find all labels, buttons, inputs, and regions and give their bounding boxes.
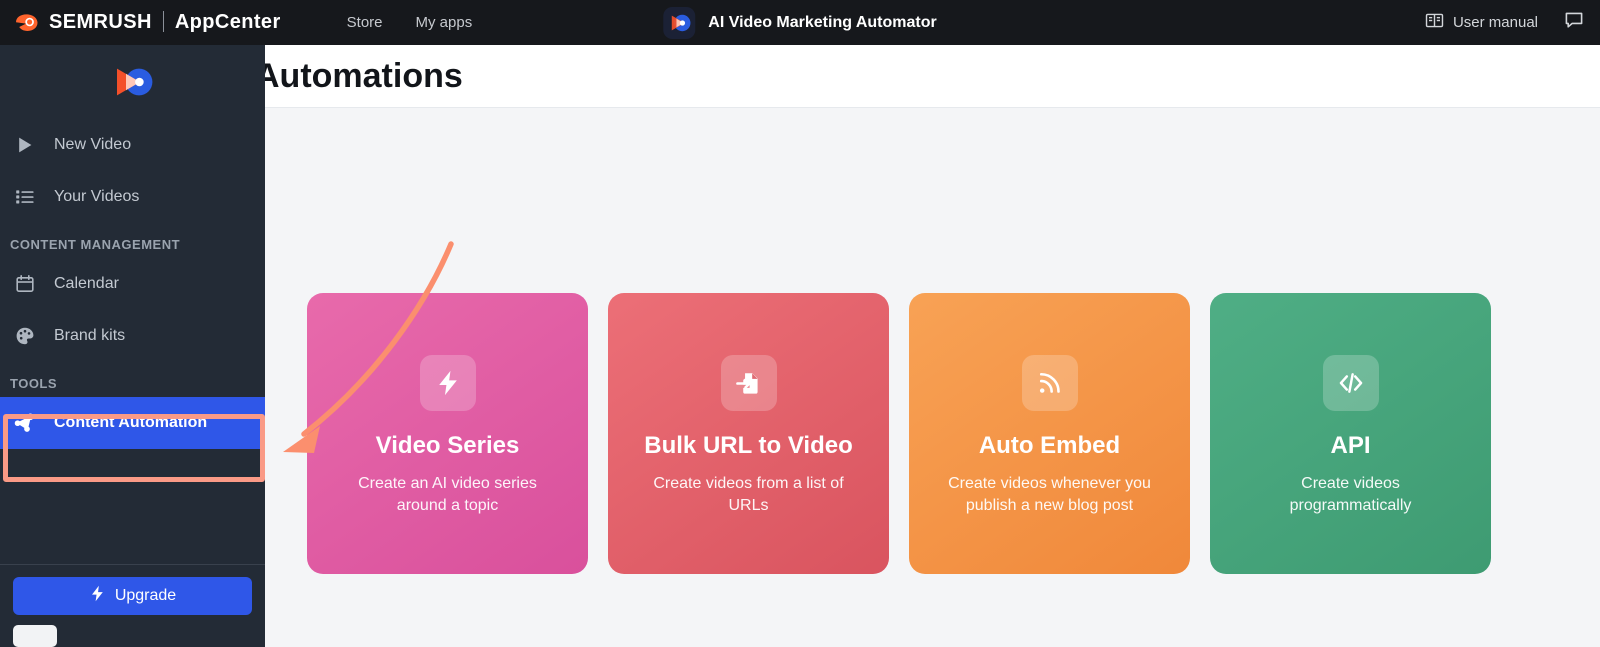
code-icon bbox=[1322, 355, 1379, 411]
automation-cards: Video Series Create an AI video series a… bbox=[307, 293, 1491, 574]
top-nav-my-apps[interactable]: My apps bbox=[416, 14, 473, 31]
app-title: AI Video Marketing Automator bbox=[708, 13, 937, 31]
sidebar-section-tools: TOOLS bbox=[10, 376, 58, 391]
sidebar-item-label: Content Automation bbox=[54, 414, 208, 431]
page-title: Automations bbox=[255, 56, 463, 95]
sidebar-item-label: Your Videos bbox=[54, 188, 140, 205]
play-icon bbox=[12, 135, 38, 155]
current-app: AI Video Marketing Automator bbox=[663, 6, 937, 39]
sidebar-item-calendar[interactable]: Calendar bbox=[0, 258, 265, 310]
calendar-icon bbox=[12, 274, 38, 294]
file-import-icon bbox=[720, 355, 777, 411]
app-logo-icon bbox=[663, 6, 696, 39]
user-manual-label: User manual bbox=[1452, 14, 1538, 31]
upgrade-button[interactable]: Upgrade bbox=[13, 577, 252, 615]
brand-divider bbox=[162, 11, 164, 32]
card-title: Auto Embed bbox=[978, 432, 1121, 459]
page-header: Automations bbox=[248, 45, 1600, 108]
automation-card-bulk-url-to-video[interactable]: Bulk URL to Video Create videos from a l… bbox=[608, 293, 889, 574]
semrush-appcenter-brand[interactable]: SEMRUSH AppCenter bbox=[14, 10, 281, 36]
user-manual-button[interactable]: User manual bbox=[1425, 11, 1538, 34]
card-title: Video Series bbox=[375, 432, 520, 459]
chat-bubble-icon[interactable] bbox=[1564, 10, 1584, 35]
sidebar: New Video Your Videos CONTENT MANAGEMENT bbox=[0, 45, 265, 647]
sidebar-item-brand-kits[interactable]: Brand kits bbox=[0, 310, 265, 362]
sidebar-item-new-video[interactable]: New Video bbox=[0, 119, 265, 171]
top-bar-actions: User manual bbox=[1425, 10, 1584, 35]
lightning-bolt-icon bbox=[89, 585, 106, 607]
top-bar: SEMRUSH AppCenter Store My apps AI Video … bbox=[0, 0, 1600, 45]
card-title: Bulk URL to Video bbox=[644, 432, 853, 459]
list-icon bbox=[12, 187, 38, 207]
sidebar-item-label: Calendar bbox=[54, 275, 119, 292]
sidebar-item-your-videos[interactable]: Your Videos bbox=[0, 171, 265, 223]
sidebar-item-label: New Video bbox=[54, 136, 132, 153]
sidebar-item-label: Brand kits bbox=[54, 327, 126, 344]
appcenter-wordmark: AppCenter bbox=[174, 11, 281, 33]
sidebar-footer-chip[interactable] bbox=[13, 625, 57, 647]
automation-card-api[interactable]: API Create videos programmatically bbox=[1210, 293, 1491, 574]
card-description: Create videos from a list of URLs bbox=[653, 475, 844, 514]
automation-card-video-series[interactable]: Video Series Create an AI video series a… bbox=[307, 293, 588, 574]
card-title: API bbox=[1330, 432, 1371, 459]
sidebar-item-content-automation[interactable]: Content Automation bbox=[0, 397, 265, 449]
palette-icon bbox=[12, 326, 38, 346]
rss-icon bbox=[1021, 355, 1078, 411]
card-description: Create videos whenever you publish a new… bbox=[948, 475, 1151, 514]
card-description: Create videos programmatically bbox=[1289, 475, 1412, 514]
semrush-wordmark: SEMRUSH bbox=[49, 11, 152, 33]
sidebar-logo[interactable] bbox=[0, 45, 265, 119]
brand-label: SEMRUSH AppCenter bbox=[49, 11, 281, 34]
video-automator-logo-icon bbox=[109, 65, 157, 99]
automation-card-auto-embed[interactable]: Auto Embed Create videos whenever you pu… bbox=[909, 293, 1190, 574]
top-nav-store[interactable]: Store bbox=[347, 14, 383, 31]
upgrade-section: Upgrade bbox=[0, 565, 265, 625]
share-nodes-icon bbox=[12, 412, 38, 434]
main-content: Video Series Create an AI video series a… bbox=[265, 108, 1600, 647]
upgrade-label: Upgrade bbox=[114, 587, 177, 604]
card-description: Create an AI video series around a topic bbox=[358, 475, 537, 514]
lightning-bolt-icon bbox=[419, 355, 476, 411]
book-icon bbox=[1425, 11, 1444, 34]
semrush-logo-icon bbox=[14, 10, 40, 36]
sidebar-section-content-management: CONTENT MANAGEMENT bbox=[10, 237, 181, 252]
top-nav: Store My apps bbox=[347, 14, 473, 31]
